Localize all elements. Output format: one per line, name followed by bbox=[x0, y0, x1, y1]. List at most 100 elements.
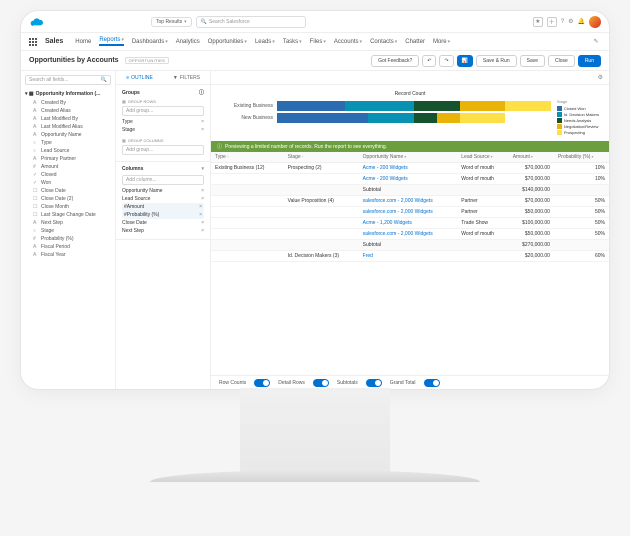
outline-panel: ≡OUTLINE ▼FILTERS Groupsⓘ ▦GROUP ROWS Ad… bbox=[116, 71, 211, 389]
field-item[interactable]: ○Type bbox=[33, 139, 111, 147]
outline-icon: ≡ bbox=[126, 75, 129, 81]
col-lead-source[interactable]: Lead Source× bbox=[122, 195, 204, 203]
field-item[interactable]: ✓Closed bbox=[33, 171, 111, 179]
col-amount[interactable]: # Amount× bbox=[122, 203, 204, 211]
field-item[interactable]: APrimary Partner bbox=[33, 155, 111, 163]
nav-dashboards[interactable]: Dashboards▾ bbox=[132, 39, 168, 45]
help-icon[interactable]: ? bbox=[561, 19, 564, 25]
column-header[interactable]: Opportunity Name▾ bbox=[359, 152, 458, 163]
chart-title: Record Count bbox=[221, 91, 599, 97]
favorite-icon[interactable]: ★ bbox=[533, 17, 543, 27]
edit-nav-icon[interactable]: ✎ bbox=[591, 37, 601, 47]
chart-category-label: Existing Business bbox=[221, 103, 273, 109]
nav-more[interactable]: More▾ bbox=[433, 39, 450, 45]
legend-item: Closed Won bbox=[557, 106, 599, 111]
top-results-dropdown[interactable]: Top Results▾ bbox=[151, 17, 192, 27]
col-opportunity-name[interactable]: Opportunity Name× bbox=[122, 187, 204, 195]
add-column-input[interactable]: Add column... bbox=[122, 175, 204, 185]
nav-reports[interactable]: Reports▾ bbox=[99, 37, 124, 46]
col-close-date[interactable]: Close Date× bbox=[122, 219, 204, 227]
save-run-button[interactable]: Save & Run bbox=[476, 55, 517, 67]
col-probability[interactable]: # Probability (%)× bbox=[122, 211, 204, 219]
nav-accounts[interactable]: Accounts▾ bbox=[334, 39, 362, 45]
tab-filters[interactable]: ▼FILTERS bbox=[163, 71, 210, 84]
nav-home[interactable]: Home bbox=[75, 39, 91, 45]
chart-toggle-button[interactable]: 📊 bbox=[457, 55, 473, 67]
column-header[interactable]: Amount▾ bbox=[509, 152, 554, 163]
fields-panel: Search all fields...🔍 ▾ ▦Opportunity Inf… bbox=[21, 71, 116, 389]
table-row: Subtotal$270,000.00 bbox=[211, 240, 609, 251]
chart-category-label: New Business bbox=[221, 115, 273, 121]
nav-contacts[interactable]: Contacts▾ bbox=[370, 39, 397, 45]
legend-item: Prospecting bbox=[557, 130, 599, 135]
field-item[interactable]: ☐Close Date (2) bbox=[33, 195, 111, 203]
global-search-input[interactable]: 🔍Search Salesforce bbox=[196, 16, 306, 28]
field-item[interactable]: ☐Close Date bbox=[33, 187, 111, 195]
row-counts-toggle[interactable] bbox=[254, 379, 270, 387]
tab-outline[interactable]: ≡OUTLINE bbox=[116, 71, 163, 84]
field-item[interactable]: ✓Won bbox=[33, 179, 111, 187]
field-item[interactable]: ACreated By bbox=[33, 99, 111, 107]
field-item[interactable]: ACreated Alias bbox=[33, 107, 111, 115]
field-item[interactable]: ALast Modified Alias bbox=[33, 123, 111, 131]
feedback-button[interactable]: Got Feedback? bbox=[371, 55, 419, 67]
add-group-cols-input[interactable]: Add group... bbox=[122, 145, 204, 155]
fields-root[interactable]: ▾ ▦Opportunity Information (... bbox=[25, 89, 111, 99]
salesforce-logo-icon bbox=[29, 16, 45, 28]
undo-button[interactable]: ↶ bbox=[422, 55, 436, 67]
field-item[interactable]: AOpportunity Name bbox=[33, 131, 111, 139]
nav-opportunities[interactable]: Opportunities▾ bbox=[208, 39, 247, 45]
fields-search-input[interactable]: Search all fields...🔍 bbox=[25, 75, 111, 85]
nav-tasks[interactable]: Tasks▾ bbox=[283, 39, 302, 45]
group-row-type[interactable]: Type× bbox=[122, 118, 204, 126]
legend-item: Negotiation/Review bbox=[557, 124, 599, 129]
table-row: Id. Decision Makers (3)Fred$20,000.0060% bbox=[211, 251, 609, 262]
add-group-rows-input[interactable]: Add group... bbox=[122, 106, 204, 116]
groups-heading: Groupsⓘ bbox=[122, 89, 204, 96]
field-item[interactable]: ANext Step bbox=[33, 219, 111, 227]
column-header[interactable]: Type↑ bbox=[211, 152, 284, 163]
close-button[interactable]: Close bbox=[548, 55, 575, 67]
report-settings-icon[interactable]: ⚙ bbox=[598, 74, 603, 81]
app-launcher-icon[interactable] bbox=[29, 38, 37, 46]
field-item[interactable]: ALast Modified By bbox=[33, 115, 111, 123]
field-item[interactable]: ☐Last Stage Change Date bbox=[33, 211, 111, 219]
table-row: Acme - 1,200 WidgetsTrade Show$100,000.0… bbox=[211, 218, 609, 229]
detail-rows-toggle[interactable] bbox=[313, 379, 329, 387]
subtotals-toggle[interactable] bbox=[366, 379, 382, 387]
nav-chatter[interactable]: Chatter bbox=[405, 39, 425, 45]
nav-analytics[interactable]: Analytics bbox=[176, 39, 200, 45]
col-next-step[interactable]: Next Step× bbox=[122, 227, 204, 235]
nav-leads[interactable]: Leads▾ bbox=[255, 39, 275, 45]
field-item[interactable]: AFiscal Period bbox=[33, 243, 111, 251]
page-title: Opportunities by Accounts bbox=[29, 57, 119, 64]
field-item[interactable]: ○Lead Source bbox=[33, 147, 111, 155]
groups-help-icon[interactable]: ⓘ bbox=[199, 89, 204, 96]
run-button[interactable]: Run bbox=[578, 55, 601, 67]
column-header[interactable]: Lead Source▾ bbox=[457, 152, 508, 163]
chart-bar bbox=[277, 113, 551, 123]
notifications-icon[interactable]: 🔔 bbox=[578, 18, 585, 25]
table-row: Existing Business (12)Prospecting (2)Acm… bbox=[211, 163, 609, 174]
columns-heading: Columns▾ bbox=[122, 166, 204, 172]
column-header[interactable]: Stage↑ bbox=[284, 152, 359, 163]
group-rows-label: ▦GROUP ROWS bbox=[122, 99, 204, 104]
redo-button[interactable]: ↷ bbox=[439, 55, 453, 67]
field-item[interactable]: ☐Close Month bbox=[33, 203, 111, 211]
report-footer: Row Counts Detail Rows Subtotals Grand T… bbox=[211, 375, 609, 389]
chart: Record Count Existing Business New Busine… bbox=[211, 85, 609, 141]
report-content: ⚙ Record Count Existing Business New Busi… bbox=[211, 71, 609, 389]
search-icon: 🔍 bbox=[201, 19, 207, 25]
settings-icon[interactable]: ⚙ bbox=[568, 18, 573, 25]
group-row-stage[interactable]: Stage× bbox=[122, 126, 204, 134]
add-icon[interactable]: ＋ bbox=[547, 17, 557, 27]
grand-total-toggle[interactable] bbox=[424, 379, 440, 387]
save-button[interactable]: Save bbox=[520, 55, 545, 67]
field-item[interactable]: #Amount bbox=[33, 163, 111, 171]
field-item[interactable]: AFiscal Year bbox=[33, 251, 111, 259]
field-item[interactable]: #Probability (%) bbox=[33, 235, 111, 243]
column-header[interactable]: Probability (%)▾ bbox=[554, 152, 609, 163]
nav-files[interactable]: Files▾ bbox=[310, 39, 326, 45]
field-item[interactable]: ○Stage bbox=[33, 227, 111, 235]
avatar[interactable] bbox=[589, 16, 601, 28]
